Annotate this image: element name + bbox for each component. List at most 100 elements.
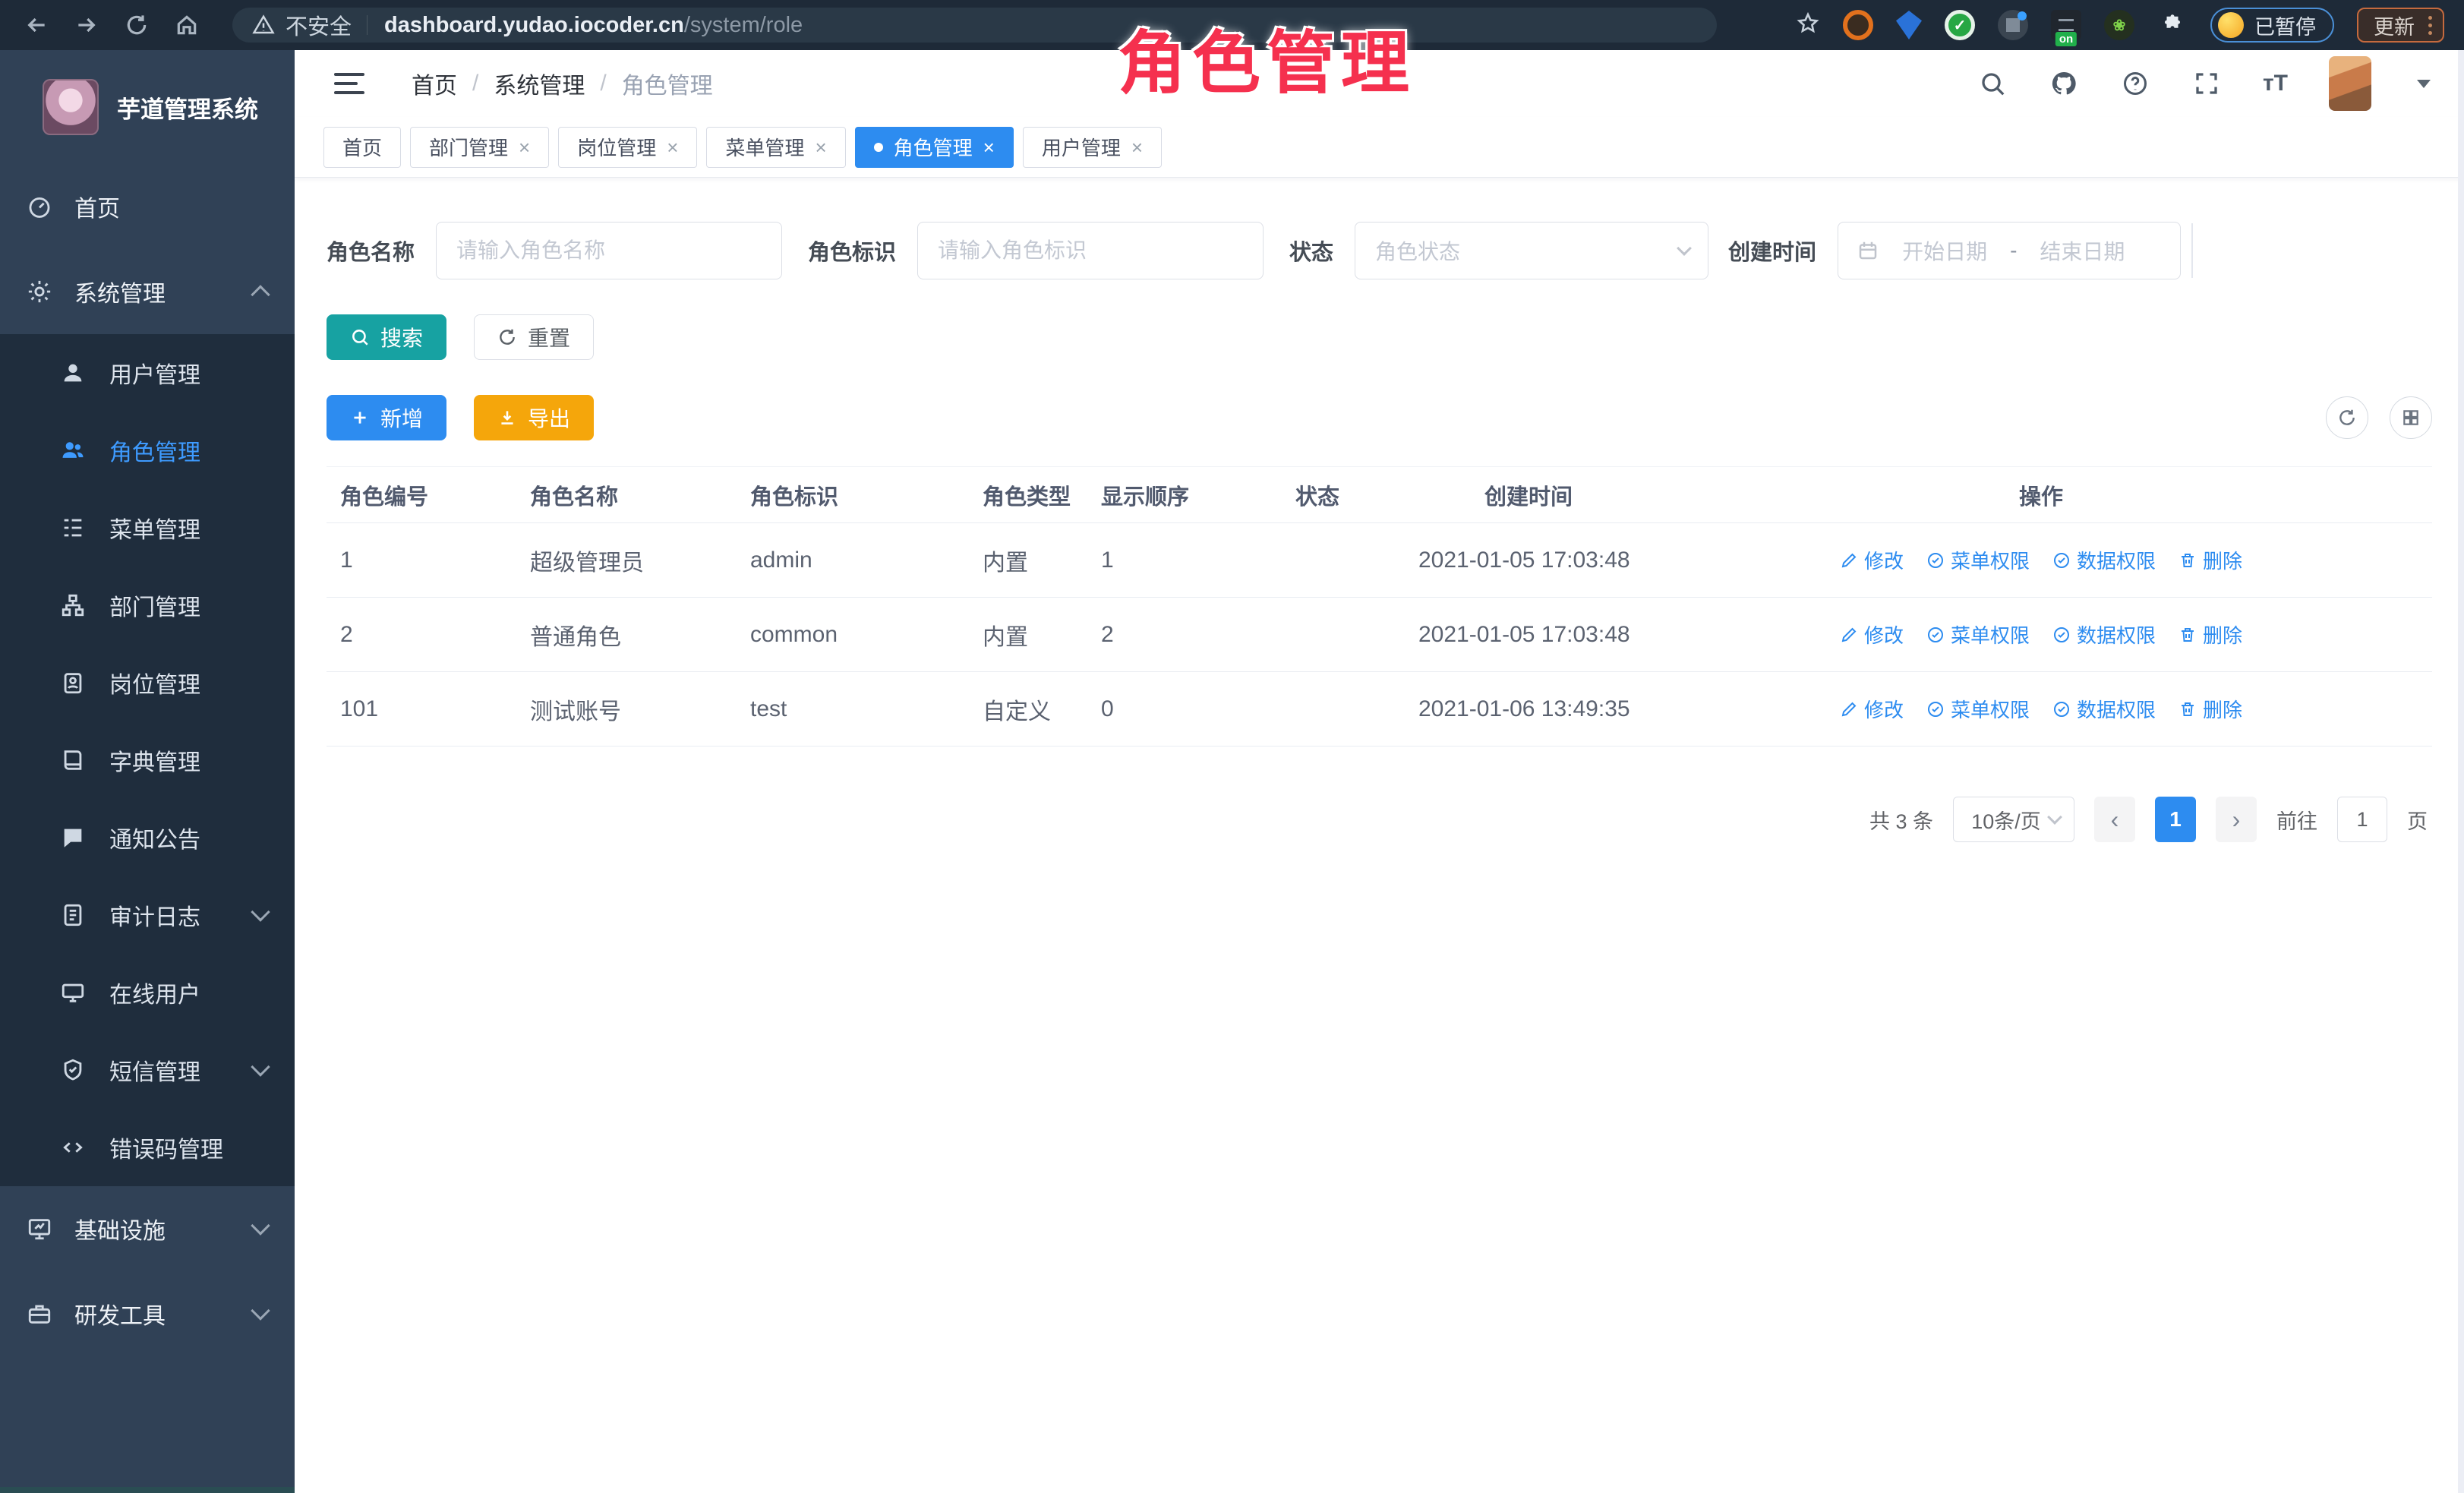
export-button[interactable]: 导出 xyxy=(474,395,594,440)
role-key-input[interactable] xyxy=(917,222,1264,279)
edit-link[interactable]: 修改 xyxy=(1840,620,1904,649)
cell-role-id: 101 xyxy=(327,696,516,722)
cell-role-type: 内置 xyxy=(969,544,1087,577)
badge-icon xyxy=(59,669,87,696)
table-row[interactable]: 1 超级管理员 admin 内置 1 2021-01-05 17:03:48 修… xyxy=(327,523,2432,598)
shield-check-icon xyxy=(59,1056,87,1084)
roles-table: 角色编号 角色名称 角色标识 角色类型 显示顺序 状态 创建时间 操作 1 超级… xyxy=(327,466,2432,746)
tab-roles[interactable]: 角色管理× xyxy=(855,127,1014,168)
role-name-input[interactable] xyxy=(436,222,782,279)
delete-link[interactable]: 删除 xyxy=(2178,695,2242,723)
tab-users[interactable]: 用户管理× xyxy=(1023,127,1162,168)
data-permission-link[interactable]: 数据权限 xyxy=(2052,695,2156,723)
table-row[interactable]: 2 普通角色 common 内置 2 2021-01-05 17:03:48 修… xyxy=(327,598,2432,672)
sidebar-item-infrastructure[interactable]: 基础设施 xyxy=(0,1186,295,1271)
tab-menus[interactable]: 菜单管理× xyxy=(706,127,845,168)
breadcrumb-system[interactable]: 系统管理 xyxy=(494,67,585,100)
breadcrumb-home[interactable]: 首页 xyxy=(412,67,457,100)
fullscreen-icon[interactable] xyxy=(2191,68,2222,99)
close-icon[interactable]: × xyxy=(815,137,826,157)
delete-link[interactable]: 删除 xyxy=(2178,620,2242,649)
sidebar-item-home[interactable]: 首页 xyxy=(0,164,295,249)
sidebar-item-roles[interactable]: 角色管理 xyxy=(0,412,295,489)
goto-page-input[interactable] xyxy=(2337,797,2387,842)
sidebar-item-dev-tools[interactable]: 研发工具 xyxy=(0,1271,295,1356)
add-button[interactable]: 新增 xyxy=(327,395,446,440)
delete-link[interactable]: 删除 xyxy=(2178,546,2242,574)
menu-permission-link[interactable]: 菜单权限 xyxy=(1926,546,2030,574)
extension-icon[interactable] xyxy=(1998,10,2028,40)
not-secure-icon xyxy=(252,14,275,36)
forward-icon[interactable] xyxy=(70,8,103,42)
refresh-table-button[interactable] xyxy=(2326,396,2368,439)
sidebar-item-online-users[interactable]: 在线用户 xyxy=(0,954,295,1031)
cell-created: 2021-01-06 13:49:35 xyxy=(1407,696,1650,722)
current-page-button[interactable]: 1 xyxy=(2155,797,2196,842)
browser-update-button[interactable]: 更新 xyxy=(2357,8,2444,43)
github-icon[interactable] xyxy=(2049,68,2079,99)
search-button[interactable]: 搜索 xyxy=(327,314,446,360)
next-page-button[interactable]: › xyxy=(2216,797,2257,842)
extension-icon[interactable]: on xyxy=(2051,10,2081,40)
extensions-puzzle-icon[interactable] xyxy=(2157,10,2188,40)
address-bar[interactable]: 不安全 dashboard.yudao.iocoder.cn/system/ro… xyxy=(232,8,1717,43)
menu-permission-link[interactable]: 菜单权限 xyxy=(1926,620,2030,649)
cell-role-name: 测试账号 xyxy=(516,693,737,726)
delete-link-label: 删除 xyxy=(2203,546,2242,574)
sidebar-item-sms[interactable]: 短信管理 xyxy=(0,1031,295,1109)
back-icon[interactable] xyxy=(20,8,53,42)
bookmark-star-icon[interactable] xyxy=(1796,11,1820,39)
data-permission-link[interactable]: 数据权限 xyxy=(2052,546,2156,574)
date-range-picker[interactable]: 开始日期 - 结束日期 xyxy=(1838,222,2181,279)
reset-button[interactable]: 重置 xyxy=(474,314,594,360)
sidebar-item-users[interactable]: 用户管理 xyxy=(0,334,295,412)
hamburger-icon[interactable] xyxy=(334,73,364,94)
sidebar-item-audit-log[interactable]: 审计日志 xyxy=(0,876,295,954)
close-icon[interactable]: × xyxy=(983,137,995,157)
sidebar-item-posts[interactable]: 岗位管理 xyxy=(0,644,295,721)
close-icon[interactable]: × xyxy=(519,137,530,157)
help-icon[interactable] xyxy=(2120,68,2150,99)
sidebar-item-dict[interactable]: 字典管理 xyxy=(0,721,295,799)
extension-icon[interactable] xyxy=(1896,11,1922,39)
sidebar-item-departments[interactable]: 部门管理 xyxy=(0,567,295,644)
tab-home[interactable]: 首页 xyxy=(323,127,401,168)
close-icon[interactable]: × xyxy=(1131,137,1143,157)
extension-icon[interactable]: ✓ xyxy=(1945,10,1975,40)
page-size-select[interactable]: 10条/页 xyxy=(1953,797,2074,842)
sidebar-item-menus[interactable]: 菜单管理 xyxy=(0,489,295,567)
avatar[interactable] xyxy=(2329,56,2371,111)
sidebar-item-notice[interactable]: 通知公告 xyxy=(0,799,295,876)
font-size-icon[interactable]: тT xyxy=(2263,71,2288,96)
reload-icon[interactable] xyxy=(120,8,153,42)
tab-departments[interactable]: 部门管理× xyxy=(410,127,549,168)
tab-posts[interactable]: 岗位管理× xyxy=(558,127,697,168)
extension-icon[interactable] xyxy=(1843,10,1873,40)
data-permission-link[interactable]: 数据权限 xyxy=(2052,620,2156,649)
home-icon[interactable] xyxy=(170,8,203,42)
extension-icon[interactable]: ❀ xyxy=(2104,10,2134,40)
edit-link-label: 修改 xyxy=(1864,546,1904,574)
edit-link[interactable]: 修改 xyxy=(1840,695,1904,723)
close-icon[interactable]: × xyxy=(667,137,678,157)
column-settings-button[interactable] xyxy=(2390,396,2432,439)
table-row[interactable]: 101 测试账号 test 自定义 0 2021-01-06 13:49:35 … xyxy=(327,672,2432,746)
app-logo-row[interactable]: 芋道管理系统 xyxy=(0,50,295,164)
status-select[interactable]: 角色状态 xyxy=(1355,222,1708,279)
profile-paused-chip[interactable]: 已暂停 xyxy=(2210,8,2334,43)
search-icon[interactable] xyxy=(1977,68,2008,99)
avatar-caret-icon[interactable] xyxy=(2417,80,2431,88)
url-path: /system/role xyxy=(684,13,803,38)
page-scrollbar[interactable] xyxy=(2458,50,2464,1493)
browser-menu-icon[interactable] xyxy=(2428,16,2432,35)
sidebar-item-system[interactable]: 系统管理 xyxy=(0,249,295,334)
sidebar: 芋道管理系统 首页 系统管理 用户管理 角色管理 菜单管理 xyxy=(0,50,295,1493)
prev-page-button[interactable]: ‹ xyxy=(2094,797,2135,842)
table-tools xyxy=(2326,396,2432,439)
menu-permission-link[interactable]: 菜单权限 xyxy=(1926,695,2030,723)
toolbox-icon xyxy=(26,1300,53,1327)
sidebar-submenu-system: 用户管理 角色管理 菜单管理 部门管理 岗位管理 字典管理 xyxy=(0,334,295,1186)
sidebar-item-error-codes[interactable]: 错误码管理 xyxy=(0,1109,295,1186)
sidebar-item-label: 岗位管理 xyxy=(109,666,200,699)
edit-link[interactable]: 修改 xyxy=(1840,546,1904,574)
